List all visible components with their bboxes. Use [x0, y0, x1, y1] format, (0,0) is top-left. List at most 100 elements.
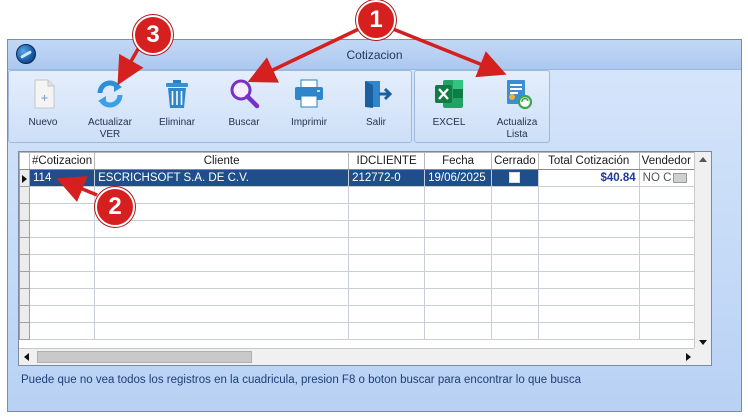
row-indicator[interactable] — [19, 288, 30, 306]
empty-cell[interactable] — [638, 203, 702, 221]
empty-cell[interactable] — [94, 322, 350, 340]
empty-cell[interactable] — [638, 271, 702, 289]
vendedor-dropdown-button[interactable] — [673, 172, 688, 183]
empty-cell[interactable] — [348, 203, 426, 221]
empty-cell[interactable] — [28, 254, 96, 272]
empty-cell[interactable] — [28, 186, 96, 204]
empty-cell[interactable] — [424, 220, 493, 238]
empty-cell[interactable] — [348, 237, 426, 255]
empty-table-row[interactable] — [19, 288, 702, 306]
empty-table-row[interactable] — [19, 305, 702, 323]
empty-cell[interactable] — [638, 305, 702, 323]
empty-cell[interactable] — [638, 322, 702, 340]
row-indicator[interactable] — [19, 186, 30, 204]
empty-cell[interactable] — [537, 305, 640, 323]
empty-cell[interactable] — [424, 322, 493, 340]
empty-cell[interactable] — [638, 237, 702, 255]
empty-cell[interactable] — [638, 288, 702, 306]
row-indicator[interactable] — [19, 254, 30, 272]
empty-cell[interactable] — [537, 237, 640, 255]
empty-table-row[interactable] — [19, 322, 702, 340]
scroll-left-button[interactable] — [19, 349, 35, 365]
empty-cell[interactable] — [28, 271, 96, 289]
horizontal-scrollbar[interactable] — [19, 348, 696, 365]
col-header-cerrado[interactable]: Cerrado — [491, 152, 539, 170]
empty-cell[interactable] — [638, 254, 702, 272]
empty-cell[interactable] — [537, 220, 640, 238]
cotizaciones-grid[interactable]: #Cotizacion Cliente IDCLIENTE Fecha Cerr… — [18, 151, 712, 366]
empty-cell[interactable] — [491, 203, 539, 221]
salir-button[interactable]: Salir — [344, 75, 408, 141]
empty-cell[interactable] — [348, 288, 426, 306]
row-indicator[interactable] — [19, 220, 30, 238]
empty-cell[interactable] — [94, 220, 350, 238]
excel-button[interactable]: EXCEL — [417, 75, 481, 141]
cell-vendedor[interactable]: NO C — [638, 169, 702, 187]
empty-cell[interactable] — [348, 186, 426, 204]
empty-cell[interactable] — [537, 203, 640, 221]
row-indicator[interactable] — [19, 169, 30, 187]
empty-cell[interactable] — [491, 254, 539, 272]
empty-cell[interactable] — [491, 288, 539, 306]
col-header-cliente[interactable]: Cliente — [94, 152, 350, 170]
cell-cerrado[interactable] — [491, 169, 539, 187]
empty-table-row[interactable] — [19, 271, 702, 289]
empty-cell[interactable] — [638, 220, 702, 238]
eliminar-button[interactable]: Eliminar — [145, 75, 209, 141]
empty-cell[interactable] — [28, 305, 96, 323]
table-row[interactable]: 114 ESCRICHSOFT S.A. DE C.V. 212772-0 19… — [19, 169, 702, 187]
empty-cell[interactable] — [94, 271, 350, 289]
empty-cell[interactable] — [537, 186, 640, 204]
empty-cell[interactable] — [348, 322, 426, 340]
col-header-cotizacion[interactable]: #Cotizacion — [28, 152, 96, 170]
empty-cell[interactable] — [424, 203, 493, 221]
empty-cell[interactable] — [491, 237, 539, 255]
empty-cell[interactable] — [348, 271, 426, 289]
empty-cell[interactable] — [424, 271, 493, 289]
row-indicator[interactable] — [19, 271, 30, 289]
empty-cell[interactable] — [28, 220, 96, 238]
empty-table-row[interactable] — [19, 254, 702, 272]
col-header-total[interactable]: Total Cotización — [537, 152, 640, 170]
empty-cell[interactable] — [537, 322, 640, 340]
scroll-up-button[interactable] — [695, 152, 711, 168]
empty-cell[interactable] — [537, 271, 640, 289]
empty-cell[interactable] — [491, 322, 539, 340]
empty-cell[interactable] — [537, 288, 640, 306]
empty-cell[interactable] — [424, 288, 493, 306]
actualizar-ver-button[interactable]: Actualizar VER — [78, 75, 142, 141]
empty-cell[interactable] — [424, 305, 493, 323]
empty-cell[interactable] — [491, 186, 539, 204]
empty-cell[interactable] — [491, 220, 539, 238]
row-indicator[interactable] — [19, 237, 30, 255]
empty-table-row[interactable] — [19, 237, 702, 255]
cerrado-checkbox[interactable] — [509, 172, 521, 184]
empty-cell[interactable] — [28, 237, 96, 255]
empty-cell[interactable] — [94, 254, 350, 272]
col-header-idcliente[interactable]: IDCLIENTE — [348, 152, 426, 170]
empty-cell[interactable] — [491, 271, 539, 289]
cell-idcliente[interactable]: 212772-0 — [348, 169, 426, 187]
empty-cell[interactable] — [28, 203, 96, 221]
buscar-button[interactable]: Buscar — [212, 75, 276, 141]
empty-cell[interactable] — [94, 288, 350, 306]
empty-cell[interactable] — [348, 305, 426, 323]
empty-cell[interactable] — [28, 322, 96, 340]
col-header-vendedor[interactable]: Vendedor — [638, 152, 702, 170]
empty-cell[interactable] — [348, 254, 426, 272]
vertical-scrollbar[interactable] — [694, 152, 711, 350]
row-indicator[interactable] — [19, 203, 30, 221]
row-indicator[interactable] — [19, 305, 30, 323]
empty-cell[interactable] — [94, 305, 350, 323]
empty-cell[interactable] — [424, 254, 493, 272]
empty-cell[interactable] — [638, 186, 702, 204]
empty-cell[interactable] — [491, 305, 539, 323]
empty-cell[interactable] — [94, 237, 350, 255]
imprimir-button[interactable]: Imprimir — [277, 75, 341, 141]
cell-cliente[interactable]: ESCRICHSOFT S.A. DE C.V. — [94, 169, 350, 187]
empty-cell[interactable] — [537, 254, 640, 272]
row-indicator[interactable] — [19, 322, 30, 340]
empty-cell[interactable] — [28, 288, 96, 306]
cell-cotizacion[interactable]: 114 — [28, 169, 96, 187]
col-header-fecha[interactable]: Fecha — [424, 152, 493, 170]
